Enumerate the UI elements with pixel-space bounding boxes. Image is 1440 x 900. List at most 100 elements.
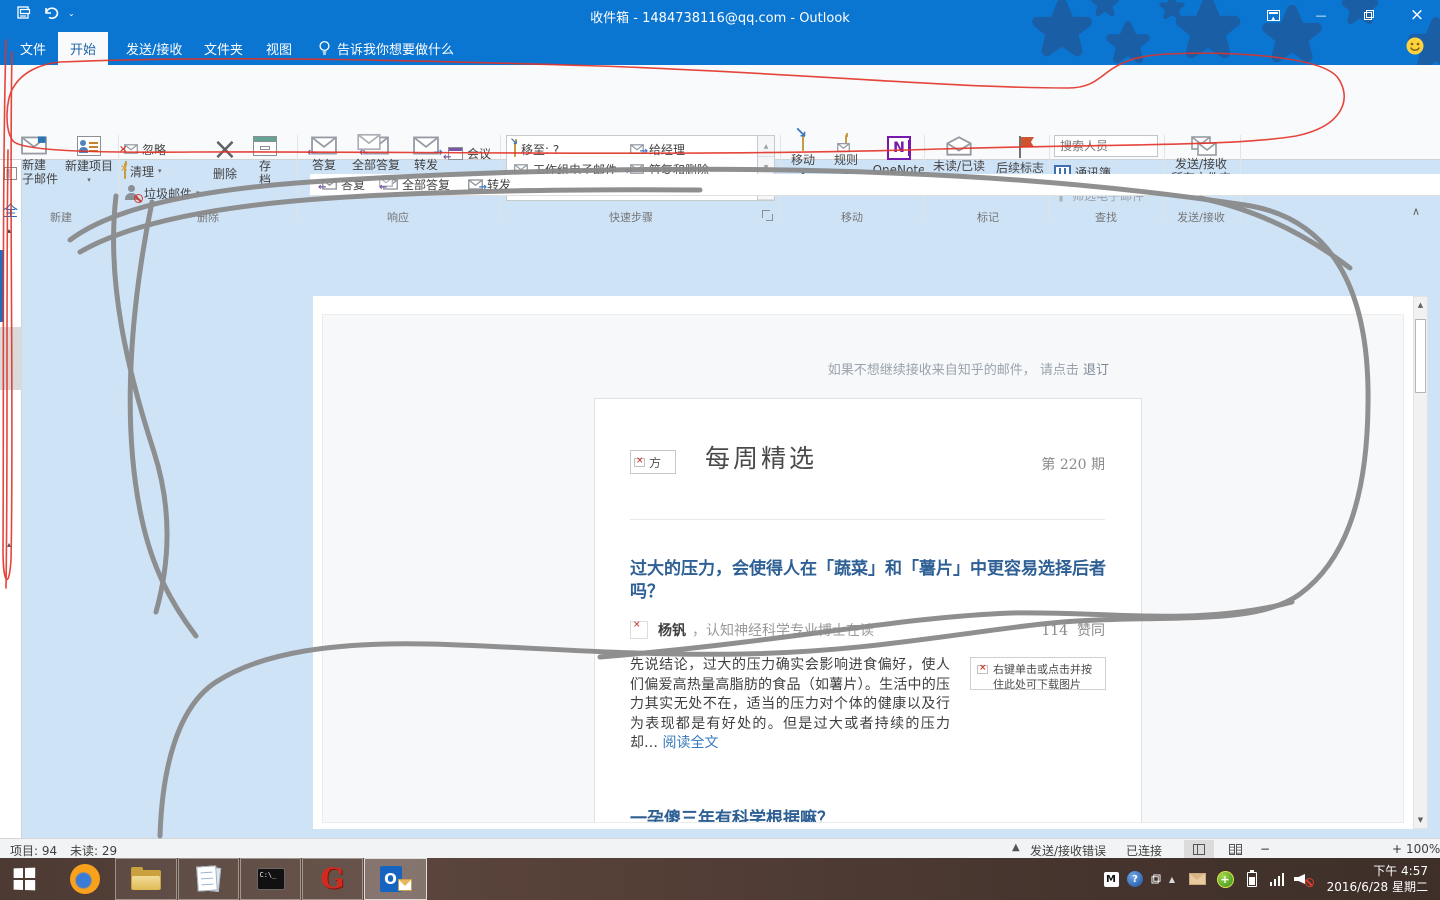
- move-button[interactable]: → 移动 ▾: [784, 136, 822, 178]
- meeting-button[interactable]: ← 会议: [448, 143, 491, 163]
- zoom-out-button[interactable]: −: [1260, 842, 1270, 856]
- delete-x-icon: ×: [212, 136, 237, 164]
- ribbon-display-options-button[interactable]: ▴: [1256, 0, 1290, 30]
- group-label-send-receive: 发送/接收: [1162, 209, 1240, 225]
- taskbar-cmd-button[interactable]: C:\_: [240, 858, 301, 900]
- reading-view-button[interactable]: [1220, 840, 1250, 858]
- file-explorer-icon: [131, 867, 161, 891]
- cleanup-button[interactable]: × 清理 ▾: [124, 161, 162, 181]
- pane-scrollbar-thumb[interactable]: [0, 327, 22, 390]
- email-body-canvas: 如果不想继续接收来自知乎的邮件， 请点击 退订 方 每周精选 第 220 期 过…: [322, 314, 1404, 823]
- read-more-link[interactable]: 阅读全文: [662, 735, 718, 751]
- newsletter-card: 方 每周精选 第 220 期 过大的压力，会使得人在「蔬菜」和「薯片」中更容易选…: [594, 398, 1142, 823]
- blocked-image-placeholder[interactable]: 右键单击或点击并按住此处可下载图片: [970, 657, 1106, 690]
- outlook-icon: O: [380, 866, 412, 892]
- quicksteps-dialog-launcher-icon[interactable]: [762, 210, 773, 221]
- delete-button[interactable]: × 删除: [204, 136, 246, 181]
- ignore-button[interactable]: × 忽略: [124, 139, 166, 159]
- newsletter-title: 每周精选: [705, 439, 817, 475]
- send-receive-error[interactable]: 发送/接收错误: [1030, 842, 1106, 859]
- taskbar-explorer-button[interactable]: [115, 858, 177, 900]
- move-to-folder-icon: →: [514, 142, 516, 156]
- scrollbar-thumb[interactable]: [1415, 319, 1426, 393]
- tray-volume-muted-icon[interactable]: [1290, 858, 1318, 900]
- zoom-level[interactable]: 100%: [1406, 842, 1440, 856]
- g-app-icon: G: [321, 865, 345, 893]
- author-description: ，认知神经科学专业博士在读: [692, 620, 874, 640]
- expand-pane-icon[interactable]: [4, 167, 17, 180]
- onenote-button[interactable]: N OneNote: [870, 136, 928, 177]
- tray-network-signal-icon[interactable]: [1264, 858, 1290, 900]
- rules-button[interactable]: 规则 ▾: [826, 136, 866, 178]
- tab-view[interactable]: 视图: [254, 32, 304, 65]
- archive-button[interactable]: 存档: [250, 136, 280, 187]
- tab-home[interactable]: 开始: [58, 32, 108, 65]
- reply-icon: ←: [322, 179, 337, 190]
- group-label-new: 新建: [8, 209, 114, 225]
- unsubscribe-link[interactable]: 退订: [1083, 363, 1109, 378]
- reading-view-icon: [1229, 844, 1242, 855]
- tray-mail-icon[interactable]: [1184, 858, 1210, 900]
- group-label-tags: 标记: [928, 209, 1048, 225]
- inline-forward-button[interactable]: → 转发: [468, 176, 511, 193]
- reply-delete-icon: ←: [630, 164, 644, 174]
- tellme-box[interactable]: 告诉我你想要做什么: [306, 32, 466, 65]
- tray-360-safe-icon[interactable]: +: [1212, 858, 1238, 900]
- newsletter-issue: 第 220 期: [1041, 454, 1105, 474]
- newsletter-logo-broken-image: 方: [630, 450, 676, 474]
- archive-icon: [253, 136, 277, 156]
- reply-icon: ←: [311, 136, 337, 155]
- tray-help-icon[interactable]: ?: [1122, 858, 1148, 900]
- inline-reply-all-button[interactable]: ← 全部答复: [383, 176, 450, 193]
- tray-battery-icon[interactable]: [1240, 858, 1264, 900]
- all-mail-filter[interactable]: 全: [3, 200, 18, 221]
- reply-all-button[interactable]: ← 全部答复: [348, 136, 404, 172]
- tab-send-receive[interactable]: 发送/接收: [114, 32, 194, 65]
- scroll-down-button[interactable]: ▼: [1414, 812, 1427, 828]
- collapse-ribbon-chevron-icon[interactable]: ∧: [1412, 205, 1420, 218]
- article-title-link[interactable]: 过大的压力，会使得人在「蔬菜」和「薯片」中更容易选择后者吗？: [630, 558, 1112, 604]
- quickstep-to-manager[interactable]: → 给经理: [630, 140, 685, 158]
- unsubscribe-line: 如果不想继续接收来自知乎的邮件， 请点击 退订: [828, 359, 1109, 378]
- inline-reply-button[interactable]: ← 答复: [322, 176, 365, 193]
- junk-button[interactable]: 垃圾邮件 ▾: [124, 183, 200, 203]
- gallery-scroll-up[interactable]: ▲: [758, 136, 774, 157]
- normal-view-icon: [1193, 844, 1205, 855]
- divider: [630, 519, 1105, 520]
- restore-button[interactable]: [1352, 0, 1386, 30]
- start-button[interactable]: [0, 858, 48, 900]
- article-title-link[interactable]: 一孕傻三年有科学根据嘛？: [630, 808, 1112, 823]
- tab-folder[interactable]: 文件夹: [192, 32, 255, 65]
- onenote-icon: N: [887, 136, 911, 160]
- author-name[interactable]: 杨钒: [658, 620, 686, 640]
- unread-read-button[interactable]: 未读/已读: [930, 136, 988, 173]
- group-label-respond: 响应: [298, 209, 498, 225]
- group-label-find: 查找: [1050, 209, 1162, 225]
- forward-icon: →: [468, 179, 483, 190]
- new-items-button[interactable]: 新建项目 ▾: [62, 136, 116, 184]
- tray-m-app-icon[interactable]: M: [1098, 858, 1124, 900]
- taskbar-firefox-button[interactable]: [62, 858, 108, 900]
- reply-button[interactable]: ← 答复: [302, 136, 346, 172]
- feedback-smiley-icon[interactable]: [1406, 37, 1424, 58]
- taskbar: C:\_ G O M ? ▲ + 下午 4:57 2016/6/28 星期二: [0, 858, 1440, 900]
- broken-image-icon: [977, 665, 988, 674]
- sort-triangle-icon[interactable]: ▴: [7, 226, 11, 235]
- taskbar-clock[interactable]: 下午 4:57 2016/6/28 星期二: [1327, 863, 1428, 895]
- scroll-up-button[interactable]: ▲: [1414, 297, 1427, 313]
- forward-button[interactable]: → 转发: [406, 136, 446, 172]
- team-email-icon: [514, 164, 528, 174]
- taskbar-g-app-button[interactable]: G: [302, 858, 363, 900]
- zoom-in-button[interactable]: +: [1392, 842, 1402, 856]
- quickstep-move-to[interactable]: → 移至: ?: [514, 140, 559, 158]
- taskbar-notepad-button[interactable]: [178, 858, 239, 900]
- minimize-button[interactable]: —: [1304, 0, 1338, 30]
- normal-view-button[interactable]: [1184, 840, 1214, 858]
- tab-file[interactable]: 文件: [8, 32, 58, 65]
- close-button[interactable]: ×: [1400, 0, 1434, 30]
- ignore-icon: ×: [124, 144, 138, 154]
- search-people-input[interactable]: [1054, 135, 1158, 157]
- show-hidden-icons-button[interactable]: ▲: [1162, 858, 1182, 900]
- taskbar-outlook-button[interactable]: O: [364, 858, 427, 900]
- sort-triangle-icon: ▴: [7, 540, 11, 549]
